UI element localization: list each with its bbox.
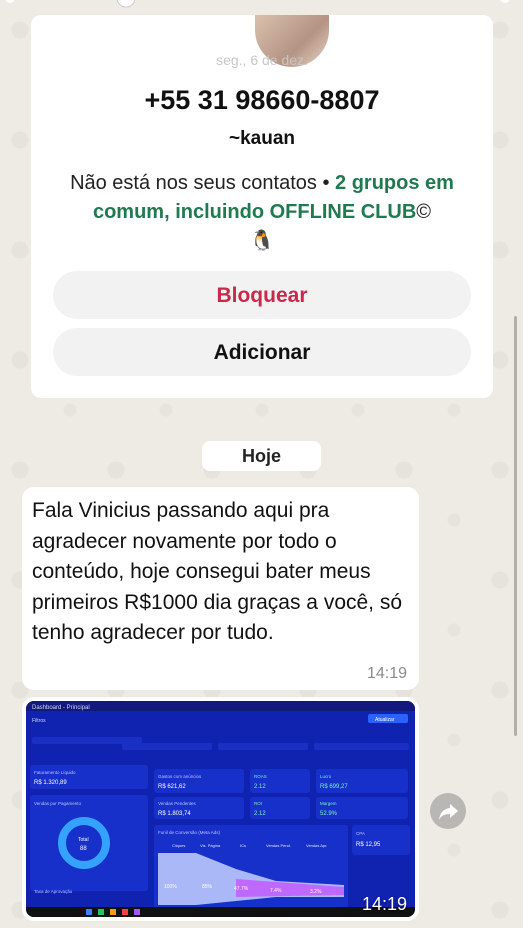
funnel-title: Funil de Conversão (Meta Ads) xyxy=(158,830,221,835)
incoming-message-bubble[interactable]: Fala Vinicius passando aqui pra agradece… xyxy=(22,487,419,690)
funnel-value-0: 100% xyxy=(164,884,177,890)
dashboard-screenshot-image[interactable]: Dashboard - Principal Filtros Atualizar … xyxy=(26,701,415,917)
tile-value-4: R$ 1.803,74 xyxy=(158,811,191,817)
funnel-col-3: Vendas Pend. xyxy=(266,843,291,848)
contact-phone: +55 31 98660-8807 xyxy=(144,85,380,115)
tile-label-5: ROI xyxy=(254,801,262,806)
chat-scrollbar[interactable] xyxy=(514,316,517,736)
funnel-col-2: ICs xyxy=(240,843,246,848)
not-in-contacts-label: Não está nos seus contatos xyxy=(70,172,317,194)
contact-info-card: seg., 6 de dez. +55 31 98660-8807 ~kauan… xyxy=(31,15,493,398)
copyright-emoji: © xyxy=(416,201,432,223)
tile-value-7: R$ 12,95 xyxy=(356,842,381,848)
funnel-col-0: Cliques xyxy=(172,843,185,848)
separator-dot: • xyxy=(316,172,336,194)
sales-title: Vendas por Pagamento xyxy=(34,801,82,806)
tile-value-3: R$ 699,27 xyxy=(320,784,348,790)
tile-label-2: ROAS xyxy=(254,774,267,779)
funnel-col-4: Vendas Apr. xyxy=(306,843,327,848)
penguin-emoji: 🐧 xyxy=(249,230,275,252)
approval-rate-label: Taxa de Aprovação xyxy=(34,889,73,894)
forward-icon xyxy=(439,804,458,820)
forward-button[interactable] xyxy=(430,793,466,829)
message-text: Fala Vinicius passando aqui pra agradece… xyxy=(32,499,403,644)
tile-label-6: Margem xyxy=(320,801,337,806)
day-separator: Hoje xyxy=(202,441,321,471)
donut-label: Total xyxy=(78,837,89,843)
top-partial-icons xyxy=(5,0,510,8)
message-time: 14:19 xyxy=(366,665,407,682)
image-message-time: 14:19 xyxy=(361,894,407,914)
tile-value-5: 2.12 xyxy=(254,811,266,817)
tile-label-3: Lucro xyxy=(320,774,332,779)
contact-context-text: Não está nos seus contatos • 2 grupos em… xyxy=(47,169,477,256)
dash-title: Dashboard - Principal xyxy=(32,705,90,711)
image-message-bubble[interactable]: Dashboard - Principal Filtros Atualizar … xyxy=(22,697,419,921)
funnel-value-3: 7.4% xyxy=(270,888,282,894)
donut-value: 88 xyxy=(80,846,87,852)
tile-label-7: CPA xyxy=(356,831,365,836)
funnel-col-1: Vis. Página xyxy=(200,843,221,848)
tile-label-1: Gastos com anúncios xyxy=(158,774,202,779)
funnel-value-1: 85% xyxy=(202,884,213,890)
tile-value-6: 52.9% xyxy=(320,811,338,817)
add-contact-button[interactable]: Adicionar xyxy=(53,328,471,376)
tile-value-1: R$ 621,62 xyxy=(158,784,186,790)
funnel-value-2: 47.7% xyxy=(234,886,249,892)
dash-filters: Filtros xyxy=(32,718,46,724)
tile-value-0: R$ 1.320,89 xyxy=(34,780,67,786)
contact-nickname: ~kauan xyxy=(228,128,295,149)
tile-value-2: 2.12 xyxy=(254,784,266,790)
funnel-value-4: 3.2% xyxy=(310,889,322,895)
dash-update-button: Atualizar xyxy=(375,717,395,723)
faded-date-label: seg., 6 de dez. xyxy=(216,52,308,68)
tile-label-4: Vendas Pendentes xyxy=(158,801,197,806)
dashboard-image-svg: Dashboard - Principal Filtros Atualizar … xyxy=(26,701,415,917)
block-button[interactable]: Bloquear xyxy=(53,271,471,319)
tile-label-0: Faturamento Líquido xyxy=(34,770,76,775)
